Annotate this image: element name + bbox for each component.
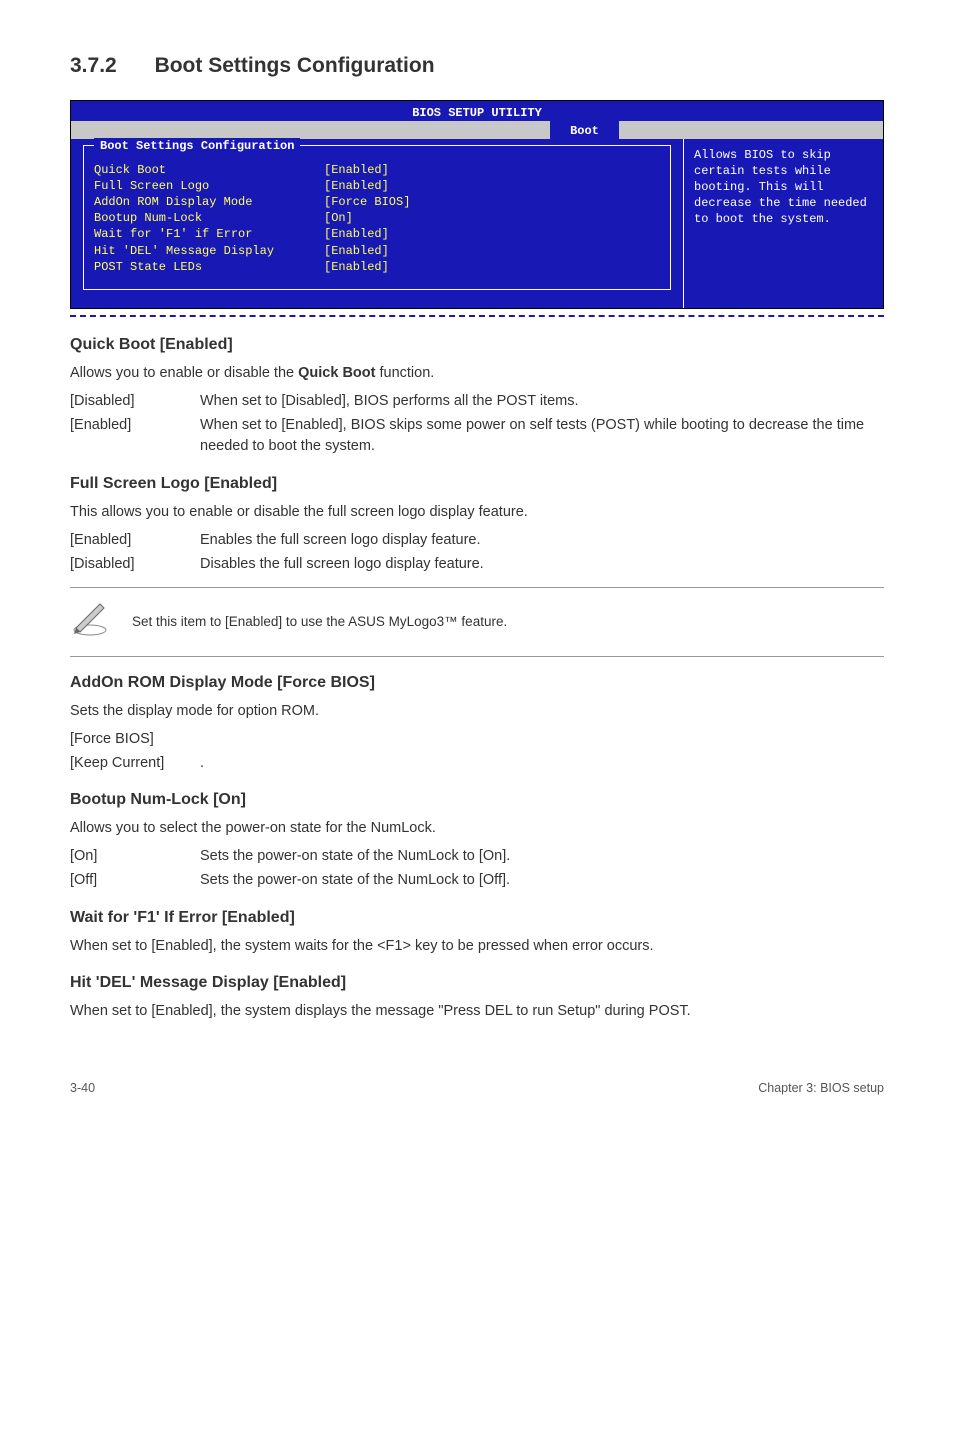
bios-settings-list: Boot Settings Configuration Quick Boot[E… xyxy=(71,139,683,308)
bios-row-value: [Enabled] xyxy=(324,243,389,259)
divider xyxy=(70,315,884,317)
definition-list: [Disabled]When set to [Disabled], BIOS p… xyxy=(70,391,884,458)
definition-term: [Disabled] xyxy=(70,554,200,576)
bios-row-value: [Enabled] xyxy=(324,162,389,178)
bios-header: BIOS SETUP UTILITY xyxy=(71,101,883,121)
numlock-intro: Allows you to select the power-on state … xyxy=(70,818,884,840)
page-number: 3-40 xyxy=(70,1079,95,1098)
bios-panel-title: Boot Settings Configuration xyxy=(94,138,300,154)
bios-row-value: [Force BIOS] xyxy=(324,194,410,210)
bios-tab-boot[interactable]: Boot xyxy=(550,121,619,139)
bios-help-panel: Allows BIOS to skip certain tests while … xyxy=(683,139,883,308)
bios-row[interactable]: AddOn ROM Display Mode[Force BIOS] xyxy=(94,194,660,210)
bios-row-label: Wait for 'F1' if Error xyxy=(94,226,324,242)
definition-term: [Keep Current] xyxy=(70,753,200,775)
bios-row-value: [Enabled] xyxy=(324,259,389,275)
definition-row: [Off]Sets the power-on state of the NumL… xyxy=(70,870,884,892)
definition-list: [On]Sets the power-on state of the NumLo… xyxy=(70,846,884,892)
bios-row-value: [On] xyxy=(324,210,353,226)
page-footer: 3-40 Chapter 3: BIOS setup xyxy=(70,1079,884,1098)
definition-row: [On]Sets the power-on state of the NumLo… xyxy=(70,846,884,868)
definition-row: [Enabled]When set to [Enabled], BIOS ski… xyxy=(70,415,884,459)
quick-boot-intro: Allows you to enable or disable the Quic… xyxy=(70,363,884,385)
definition-desc: When set to [Enabled], BIOS skips some p… xyxy=(200,415,884,459)
bios-row-label: AddOn ROM Display Mode xyxy=(94,194,324,210)
definition-row: [Disabled]Disables the full screen logo … xyxy=(70,554,884,576)
definition-term: [On] xyxy=(70,846,200,868)
note-block: Set this item to [Enabled] to use the AS… xyxy=(70,587,884,657)
definition-list: [Force BIOS] [Keep Current]. xyxy=(70,729,884,775)
bios-row[interactable]: Hit 'DEL' Message Display[Enabled] xyxy=(94,243,660,259)
heading-addon-rom: AddOn ROM Display Mode [Force BIOS] xyxy=(70,671,884,695)
hit-del-body: When set to [Enabled], the system displa… xyxy=(70,1001,884,1023)
bios-row[interactable]: Quick Boot[Enabled] xyxy=(94,162,660,178)
definition-row: [Enabled]Enables the full screen logo di… xyxy=(70,530,884,552)
bios-row-label: POST State LEDs xyxy=(94,259,324,275)
bios-row-label: Bootup Num-Lock xyxy=(94,210,324,226)
bios-row-label: Full Screen Logo xyxy=(94,178,324,194)
bios-row[interactable]: Wait for 'F1' if Error[Enabled] xyxy=(94,226,660,242)
bios-row-label: Hit 'DEL' Message Display xyxy=(94,243,324,259)
addon-intro: Sets the display mode for option ROM. xyxy=(70,701,884,723)
definition-row: [Disabled]When set to [Disabled], BIOS p… xyxy=(70,391,884,413)
heading-wait-f1: Wait for 'F1' If Error [Enabled] xyxy=(70,906,884,930)
section-title: Boot Settings Configuration xyxy=(155,54,435,77)
text: Allows you to enable or disable the xyxy=(70,365,298,381)
definition-term: [Enabled] xyxy=(70,415,200,459)
definition-term: [Disabled] xyxy=(70,391,200,413)
definition-desc: . xyxy=(200,753,884,775)
note-text: Set this item to [Enabled] to use the AS… xyxy=(132,612,507,632)
bios-row-value: [Enabled] xyxy=(324,226,389,242)
definition-list: [Enabled]Enables the full screen logo di… xyxy=(70,530,884,576)
heading-quick-boot: Quick Boot [Enabled] xyxy=(70,333,884,357)
definition-term: [Enabled] xyxy=(70,530,200,552)
chapter-label: Chapter 3: BIOS setup xyxy=(758,1079,884,1098)
heading-full-screen-logo: Full Screen Logo [Enabled] xyxy=(70,472,884,496)
text-bold: Quick Boot xyxy=(298,365,375,381)
definition-desc: Sets the power-on state of the NumLock t… xyxy=(200,870,884,892)
wait-f1-body: When set to [Enabled], the system waits … xyxy=(70,936,884,958)
section-heading: 3.7.2 Boot Settings Configuration xyxy=(70,50,884,82)
definition-term: [Force BIOS] xyxy=(70,729,200,751)
heading-numlock: Bootup Num-Lock [On] xyxy=(70,788,884,812)
full-screen-intro: This allows you to enable or disable the… xyxy=(70,502,884,524)
bios-row-value: [Enabled] xyxy=(324,178,389,194)
definition-row: [Keep Current]. xyxy=(70,753,884,775)
definition-desc: When set to [Disabled], BIOS performs al… xyxy=(200,391,884,413)
definition-desc: Enables the full screen logo display fea… xyxy=(200,530,884,552)
text: function. xyxy=(375,365,434,381)
bios-row[interactable]: Bootup Num-Lock[On] xyxy=(94,210,660,226)
bios-row-label: Quick Boot xyxy=(94,162,324,178)
section-number: 3.7.2 xyxy=(70,50,117,82)
bios-setup-panel: BIOS SETUP UTILITY Boot Boot Settings Co… xyxy=(70,100,884,310)
definition-desc: Disables the full screen logo display fe… xyxy=(200,554,884,576)
definition-term: [Off] xyxy=(70,870,200,892)
bios-tab-bar: Boot xyxy=(71,121,883,139)
definition-desc xyxy=(200,729,884,751)
definition-desc: Sets the power-on state of the NumLock t… xyxy=(200,846,884,868)
bios-row[interactable]: POST State LEDs[Enabled] xyxy=(94,259,660,275)
bios-row[interactable]: Full Screen Logo[Enabled] xyxy=(94,178,660,194)
heading-hit-del: Hit 'DEL' Message Display [Enabled] xyxy=(70,971,884,995)
definition-row: [Force BIOS] xyxy=(70,729,884,751)
pencil-note-icon xyxy=(70,598,110,646)
